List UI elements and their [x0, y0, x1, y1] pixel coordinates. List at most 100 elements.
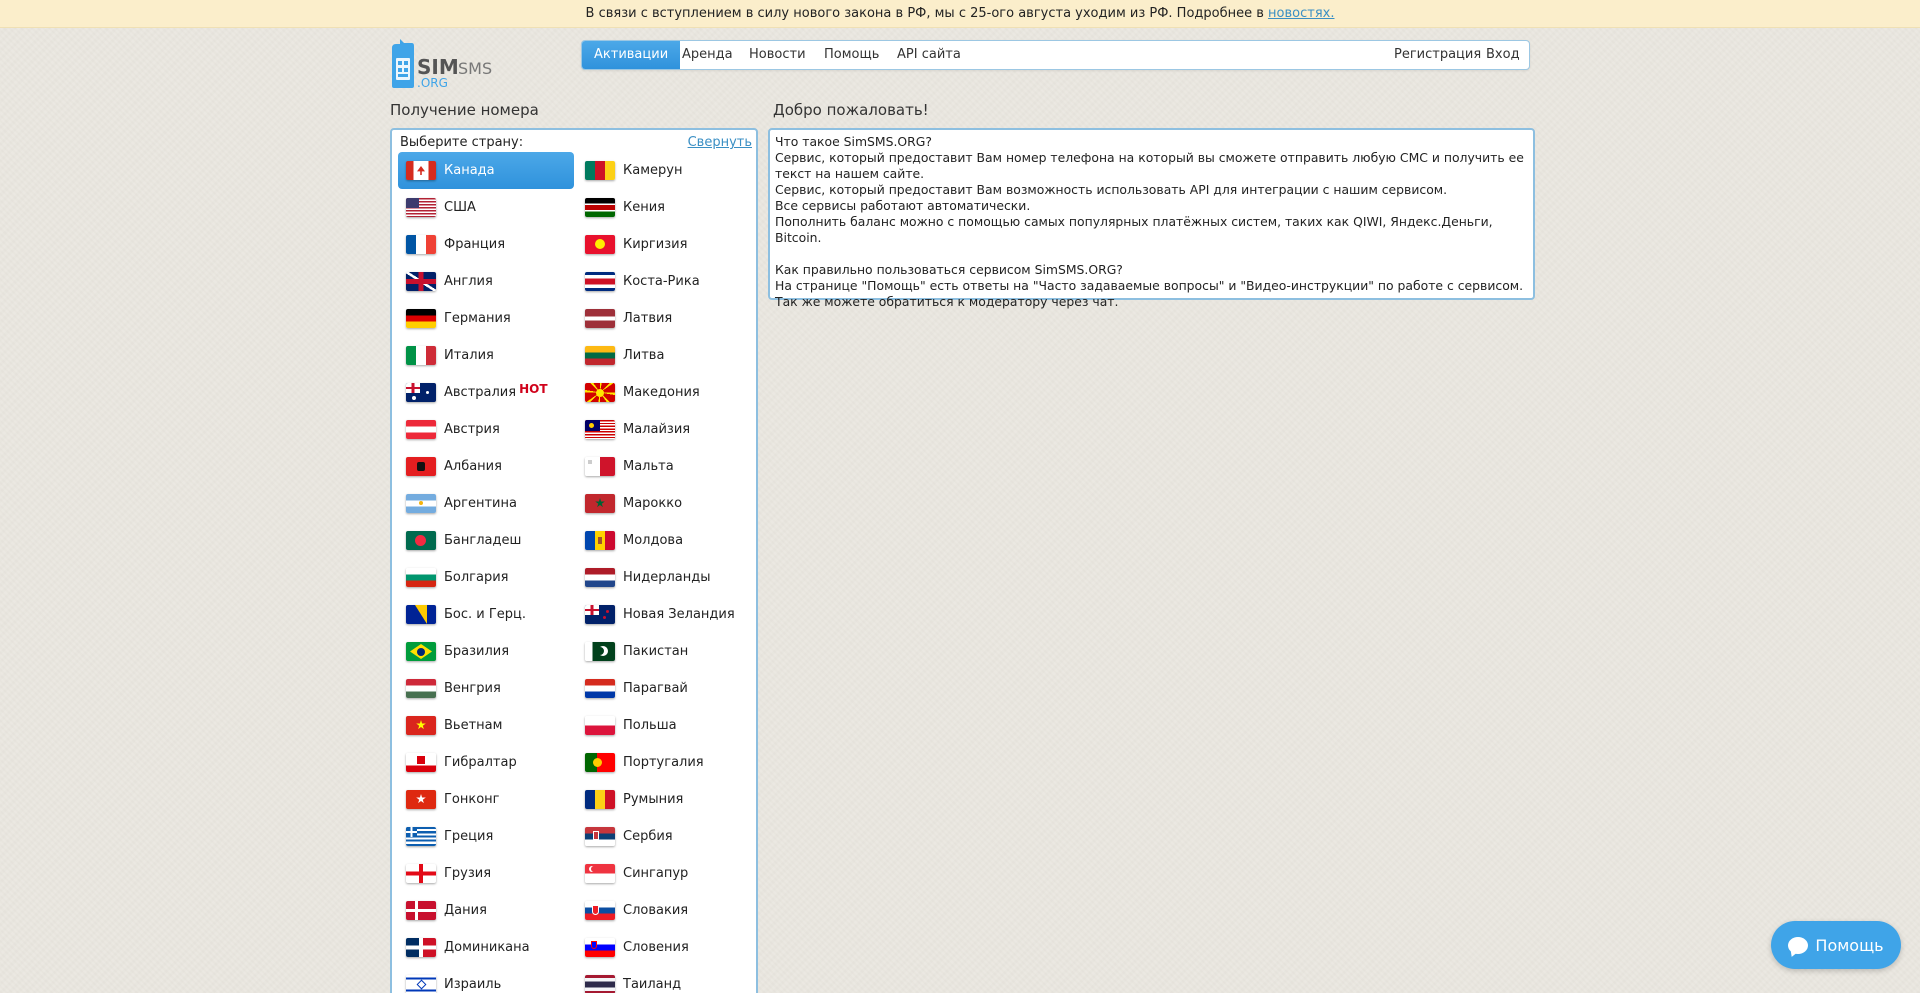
info-line: Сервис, который предоставит Вам номер те… [775, 150, 1524, 181]
country-moldova[interactable]: Молдова [577, 522, 753, 559]
nav-activations[interactable]: Активации [582, 41, 681, 69]
country-paraguay[interactable]: Парагвай [577, 670, 753, 707]
country-thailand[interactable]: Таиланд [577, 966, 753, 993]
flag-moldova-icon [585, 531, 615, 550]
country-name: Болгария [444, 570, 509, 585]
country-france[interactable]: Франция [398, 226, 574, 263]
country-name: Литва [623, 348, 665, 363]
country-georgia[interactable]: Грузия [398, 855, 574, 892]
country-name: Израиль [444, 977, 502, 992]
country-england[interactable]: Англия [398, 263, 574, 300]
country-germany[interactable]: Германия [398, 300, 574, 337]
nav-rent[interactable]: Аренда [670, 41, 745, 69]
country-dominicana[interactable]: Доминикана [398, 929, 574, 966]
flag-slovenia-icon [585, 938, 615, 957]
flag-uk-icon [406, 272, 436, 291]
country-name: Гибралтар [444, 755, 517, 770]
country-costarica[interactable]: Коста-Рика [577, 263, 753, 300]
flag-pakistan-icon [585, 642, 615, 661]
flag-serbia-icon [585, 827, 615, 846]
country-hungary[interactable]: Венгрия [398, 670, 574, 707]
flag-denmark-icon [406, 901, 436, 920]
country-bosnia[interactable]: Бос. и Герц. [398, 596, 574, 633]
country-argentina[interactable]: Аргентина [398, 485, 574, 522]
chat-bubble-icon [1788, 936, 1809, 954]
country-name: Мальта [623, 459, 674, 474]
country-name: Канада [444, 163, 495, 178]
help-chat-button[interactable]: Помощь [1771, 921, 1901, 969]
nav-help[interactable]: Помощь [812, 41, 891, 69]
country-canada[interactable]: Канада [398, 152, 574, 189]
country-name: Австрия [444, 422, 500, 437]
country-hongkong[interactable]: Гонконг [398, 781, 574, 818]
country-brazil[interactable]: Бразилия [398, 633, 574, 670]
country-malaysia[interactable]: Малайзия [577, 411, 753, 448]
country-serbia[interactable]: Сербия [577, 818, 753, 855]
country-denmark[interactable]: Дания [398, 892, 574, 929]
country-name: Вьетнам [444, 718, 503, 733]
flag-lithuania-icon [585, 346, 615, 365]
country-macedonia[interactable]: Македония [577, 374, 753, 411]
country-name: Пакистан [623, 644, 689, 659]
country-italy[interactable]: Италия [398, 337, 574, 374]
country-bulgaria[interactable]: Болгария [398, 559, 574, 596]
country-poland[interactable]: Польша [577, 707, 753, 744]
flag-malaysia-icon [585, 420, 615, 439]
country-israel[interactable]: Израиль [398, 966, 574, 993]
country-malta[interactable]: Мальта [577, 448, 753, 485]
country-slovenia[interactable]: Словения [577, 929, 753, 966]
country-name: Дания [444, 903, 487, 918]
country-name: Таиланд [623, 977, 682, 992]
site-logo[interactable]: SIM SMS .ORG [388, 38, 503, 90]
country-portugal[interactable]: Португалия [577, 744, 753, 781]
flag-greece-icon [406, 827, 436, 846]
country-panel: Выберите страну: Свернуть Канада США Фра… [390, 128, 758, 993]
country-australia[interactable]: Австралия HOT [398, 374, 574, 411]
banner-news-link[interactable]: новостях. [1268, 6, 1334, 21]
country-latvia[interactable]: Латвия [577, 300, 753, 337]
country-romania[interactable]: Румыния [577, 781, 753, 818]
country-pakistan[interactable]: Пакистан [577, 633, 753, 670]
collapse-link[interactable]: Свернуть [688, 135, 752, 150]
country-name: Доминикана [444, 940, 530, 955]
country-name: Малайзия [623, 422, 691, 437]
country-name: Греция [444, 829, 494, 844]
flag-georgia-icon [406, 864, 436, 883]
country-slovakia[interactable]: Словакия [577, 892, 753, 929]
country-netherlands[interactable]: Нидерланды [577, 559, 753, 596]
country-greece[interactable]: Греция [398, 818, 574, 855]
country-name: Португалия [623, 755, 704, 770]
country-name: Англия [444, 274, 493, 289]
nav-api[interactable]: API сайта [885, 41, 973, 69]
country-bangladesh[interactable]: Бангладеш [398, 522, 574, 559]
nav-login[interactable]: Вход [1474, 41, 1532, 69]
country-cameroon[interactable]: Камерун [577, 152, 753, 189]
logo-sms: SMS [458, 59, 492, 78]
country-name: Словения [623, 940, 689, 955]
country-kenya[interactable]: Кения [577, 189, 753, 226]
info-line: Пополнить баланс можно с помощью самых п… [775, 214, 1493, 245]
country-newzealand[interactable]: Новая Зеландия [577, 596, 753, 633]
flag-canada-icon [406, 161, 436, 180]
flag-dominicana-icon [406, 938, 436, 957]
faq-question-what: Что такое SimSMS.ORG? [775, 134, 932, 149]
country-gibraltar[interactable]: Гибралтар [398, 744, 574, 781]
nav-news[interactable]: Новости [737, 41, 818, 69]
country-vietnam[interactable]: Вьетнам [398, 707, 574, 744]
country-kyrgyzstan[interactable]: Киргизия [577, 226, 753, 263]
country-usa[interactable]: США [398, 189, 574, 226]
flag-thailand-icon [585, 975, 615, 993]
flag-gibraltar-icon [406, 753, 436, 772]
country-name: Гонконг [444, 792, 500, 807]
country-name: Молдова [623, 533, 684, 548]
country-lithuania[interactable]: Литва [577, 337, 753, 374]
flag-singapore-icon [585, 864, 615, 883]
flag-argentina-icon [406, 494, 436, 513]
flag-austria-icon [406, 420, 436, 439]
country-austria[interactable]: Австрия [398, 411, 574, 448]
country-albania[interactable]: Албания [398, 448, 574, 485]
country-singapore[interactable]: Сингапур [577, 855, 753, 892]
country-morocco[interactable]: Марокко [577, 485, 753, 522]
flag-netherlands-icon [585, 568, 615, 587]
country-name: Бангладеш [444, 533, 522, 548]
